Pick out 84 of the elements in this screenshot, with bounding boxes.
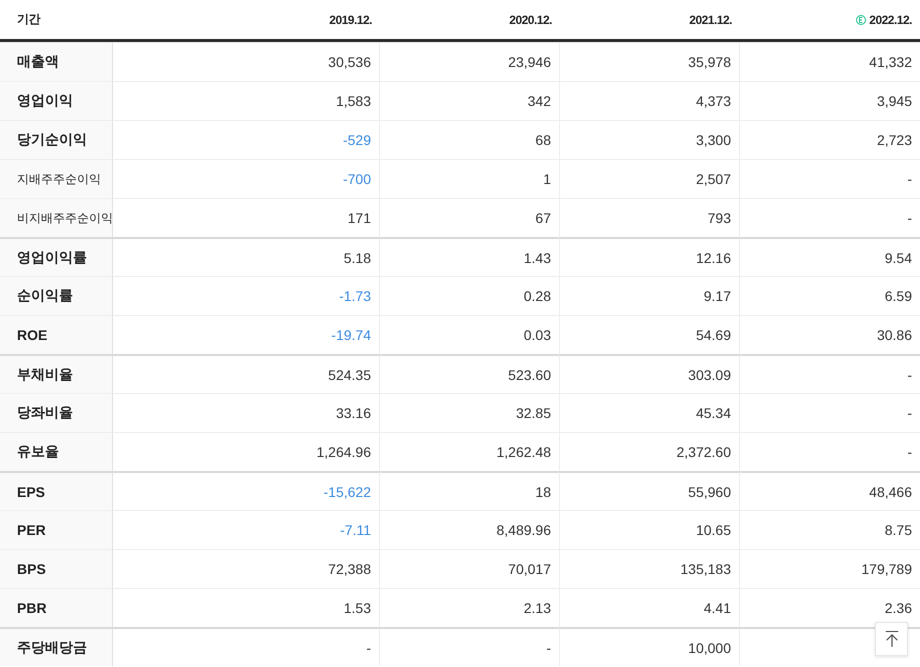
table-cell: -700 [113, 159, 380, 198]
table-cell: 1 [380, 159, 560, 198]
row-label: 순이익률 [0, 276, 113, 315]
table-cell: 3,945 [740, 81, 920, 120]
table-cell: 6.59 [740, 276, 920, 315]
table-cell: 303.09 [560, 354, 740, 393]
table-cell: 0.28 [380, 276, 560, 315]
column-header: 2020.12. [509, 12, 552, 26]
table-cell: 0.03 [380, 315, 560, 354]
table-cell: 30.86 [740, 315, 920, 354]
table-cell: 32.85 [380, 393, 560, 432]
row-label: 유보율 [0, 432, 113, 471]
table-cell: 4.41 [560, 588, 740, 627]
table-cell: 1,262.48 [380, 432, 560, 471]
table-cell: 35,978 [560, 42, 740, 81]
row-label: 영업이익률 [0, 237, 113, 276]
row-label: BPS [0, 549, 113, 588]
column-header: 2022.12. [869, 12, 912, 26]
table-cell: 55,960 [560, 471, 740, 510]
table-cell: 2,507 [560, 159, 740, 198]
table-cell: 135,183 [560, 549, 740, 588]
row-label: 영업이익 [0, 81, 113, 120]
row-label: PER [0, 510, 113, 549]
table-cell: 33.16 [113, 393, 380, 432]
table-cell: - [740, 354, 920, 393]
table-cell: 48,466 [740, 471, 920, 510]
table-cell: -15,622 [113, 471, 380, 510]
column-header: 2019.12. [329, 12, 372, 26]
header-label: 기간 [17, 11, 40, 28]
row-label: 당좌비율 [0, 393, 113, 432]
table-cell: 5.18 [113, 237, 380, 276]
table-cell: -1.73 [113, 276, 380, 315]
row-label: ROE [0, 315, 113, 354]
table-cell: 8,489.96 [380, 510, 560, 549]
scroll-to-top-button[interactable] [875, 622, 908, 656]
table-cell: 54.69 [560, 315, 740, 354]
table-cell: 45.34 [560, 393, 740, 432]
table-cell: 4,373 [560, 81, 740, 120]
table-cell: 1,264.96 [113, 432, 380, 471]
table-cell: -7.11 [113, 510, 380, 549]
table-cell: 2,723 [740, 120, 920, 159]
table-cell: 10.65 [560, 510, 740, 549]
table-cell: 2.13 [380, 588, 560, 627]
table-cell: - [740, 198, 920, 237]
table-cell: - [740, 432, 920, 471]
table-cell: 171 [113, 198, 380, 237]
table-cell: 68 [380, 120, 560, 159]
table-cell: 1.53 [113, 588, 380, 627]
table-cell: - [113, 627, 380, 666]
table-cell: 2,372.60 [560, 432, 740, 471]
table-cell: - [740, 393, 920, 432]
table-cell: 23,946 [380, 42, 560, 81]
table-cell: 1,583 [113, 81, 380, 120]
table-cell: 67 [380, 198, 560, 237]
table-cell: 70,017 [380, 549, 560, 588]
table-cell: 3,300 [560, 120, 740, 159]
table-cell: 41,332 [740, 42, 920, 81]
table-cell: 30,536 [113, 42, 380, 81]
row-label: EPS [0, 471, 113, 510]
column-header: 2021.12. [689, 12, 732, 26]
table-cell: 9.54 [740, 237, 920, 276]
table-cell: 18 [380, 471, 560, 510]
row-label: 매출액 [0, 42, 113, 81]
row-label: PBR [0, 588, 113, 627]
table-cell: - [740, 159, 920, 198]
table-cell: 1.43 [380, 237, 560, 276]
table-cell: 179,789 [740, 549, 920, 588]
table-cell: 342 [380, 81, 560, 120]
table-cell: 793 [560, 198, 740, 237]
row-label: 당기순이익 [0, 120, 113, 159]
table-cell: 72,388 [113, 549, 380, 588]
row-label: 주당배당금 [0, 627, 113, 666]
table-cell: 8.75 [740, 510, 920, 549]
table-cell: 9.17 [560, 276, 740, 315]
table-cell: 12.16 [560, 237, 740, 276]
row-label: 지배주주순이익 [0, 159, 113, 198]
table-cell: 10,000 [560, 627, 740, 666]
table-cell: -19.74 [113, 315, 380, 354]
table-cell: 523.60 [380, 354, 560, 393]
table-cell: 524.35 [113, 354, 380, 393]
table-cell: - [380, 627, 560, 666]
table-cell: -529 [113, 120, 380, 159]
row-label: 비지배주주순이익 [0, 198, 113, 237]
row-label: 부채비율 [0, 354, 113, 393]
